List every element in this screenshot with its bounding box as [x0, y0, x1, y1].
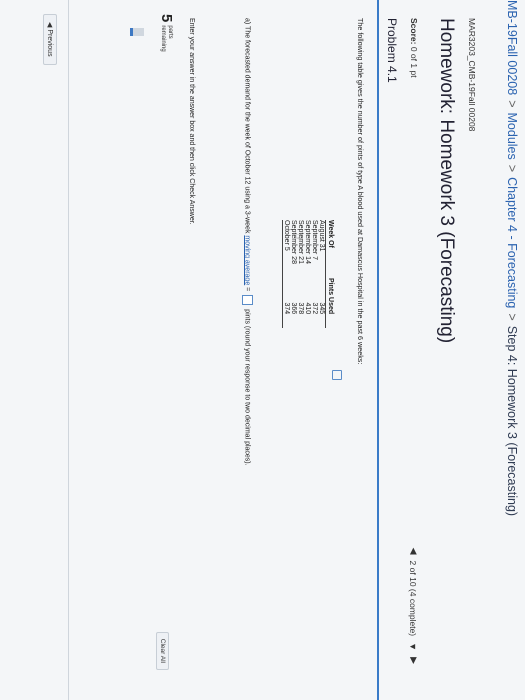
question-dropdown-icon[interactable]: ▼: [409, 642, 419, 651]
breadcrumb-course[interactable]: MB-19Fall 00208: [505, 0, 519, 95]
page-title: Homework: Homework 3 (Forecasting): [436, 18, 457, 344]
equals-sign: =: [243, 287, 251, 292]
question-position[interactable]: 2 of 10 (4 complete): [409, 561, 419, 637]
pointer-hand-icon: ☞: [292, 233, 303, 242]
parts-remaining: 5 parts remaining: [158, 14, 175, 52]
pints-cell: 372: [311, 302, 318, 315]
footer-divider: [68, 0, 69, 700]
copy-table-icon[interactable]: [332, 370, 342, 380]
question-navigation: ◀ 2 of 10 (4 complete) ▼ ▶: [408, 548, 420, 664]
week-cell: September 14: [304, 220, 311, 264]
instructions-text: Enter your answer in the answer box and …: [188, 18, 195, 225]
course-name: MAR3203_CMB-19Fall 00208: [467, 18, 477, 132]
breadcrumb-modules[interactable]: Modules: [505, 113, 519, 160]
score: Score: 0 of 1 pt: [409, 18, 419, 78]
column-header-week: Week Of: [325, 220, 335, 278]
previous-question-icon[interactable]: ◀: [408, 548, 419, 555]
answer-input[interactable]: [242, 295, 253, 306]
week-cell: September 7: [311, 220, 318, 261]
pints-cell: 410: [304, 302, 311, 315]
pints-cell: 378: [297, 302, 304, 315]
chevron-left-icon: ◀: [46, 22, 53, 28]
score-value: 0 of 1 pt: [409, 46, 419, 78]
table-row: September 7 372: [311, 220, 318, 328]
moving-average-link[interactable]: moving average: [244, 235, 251, 285]
parts-progress-fill: [130, 28, 133, 36]
table-row: August 31 345: [318, 220, 326, 328]
table-row: September 14 410: [304, 220, 311, 328]
previous-button[interactable]: ◀ Previous: [43, 14, 57, 65]
homework-screen: MB-19Fall 00208 > Modules > Chapter 4 - Fore…: [0, 0, 525, 700]
breadcrumb-separator: >: [505, 313, 519, 321]
column-header-pints: Pints Used: [325, 277, 335, 329]
pints-cell: 366: [290, 302, 297, 315]
breadcrumb-separator: >: [505, 100, 519, 108]
parts-progress-bar: [130, 28, 144, 36]
previous-button-label: Previous: [46, 29, 53, 57]
problem-label: Problem 4.1: [385, 18, 399, 83]
parts-count: 5: [158, 14, 175, 23]
breadcrumb-separator: >: [505, 164, 519, 173]
clear-all-button[interactable]: Clear All: [156, 631, 169, 670]
week-cell: October 5: [282, 220, 290, 278]
parts-label: parts remaining: [160, 25, 174, 51]
table-header-row: Week Of Pints Used: [325, 220, 335, 329]
pints-cell: 374: [282, 277, 290, 329]
week-cell: September 28: [290, 220, 297, 264]
part-a-suffix: pints (round your response to two decima…: [243, 309, 251, 466]
header-divider: [377, 0, 379, 700]
breadcrumb: MB-19Fall 00208 > Modules > Chapter 4 - Fore…: [505, 0, 519, 700]
parts-label-line2: remaining: [160, 25, 167, 52]
table-row: October 5 374: [282, 220, 290, 329]
data-table: Week Of Pints Used August 31 345 Septemb…: [282, 220, 335, 329]
parts-label-line1: parts: [167, 25, 174, 39]
next-question-icon[interactable]: ▶: [408, 657, 419, 664]
breadcrumb-chapter[interactable]: Chapter 4 - Forecasting: [505, 177, 519, 308]
question-text: The following table gives the number of …: [356, 18, 365, 365]
week-cell: August 31: [318, 220, 325, 252]
pints-cell: 345: [318, 302, 325, 315]
breadcrumb-current: Step 4: Homework 3 (Forecasting): [505, 325, 519, 517]
part-a-prefix: a) The forecasted demand for the week of…: [243, 18, 251, 234]
score-label: Score:: [409, 18, 419, 45]
week-cell: September 21: [297, 220, 304, 264]
part-a-question: a) The forecasted demand for the week of…: [242, 18, 253, 690]
